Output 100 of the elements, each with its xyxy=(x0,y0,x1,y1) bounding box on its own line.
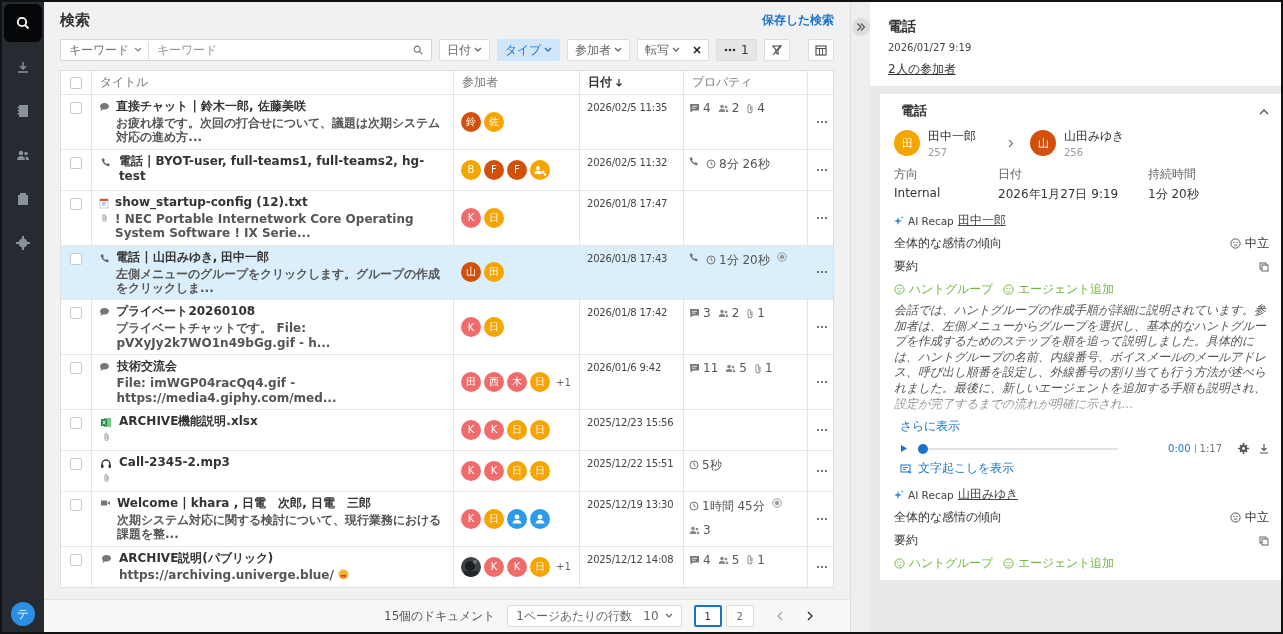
row-checkbox[interactable] xyxy=(70,553,82,566)
participant-avatar[interactable]: K xyxy=(461,460,481,481)
column-header[interactable]: プロパティ xyxy=(692,74,752,91)
table-row[interactable]: ARCHIVE機能説明.xlsx K K 日 日 2025/12/23 15:56 xyxy=(61,408,833,450)
person-avatar-icon[interactable] xyxy=(530,508,550,529)
column-header[interactable]: 参加者 xyxy=(462,74,498,91)
table-row[interactable]: 電話 | BYOT-user, full-teams1, full-teams2, hg-test B F F 2026/02/5 11:32 8分 26秒 xyxy=(61,148,833,190)
user-avatar[interactable]: テ xyxy=(11,602,35,626)
recap-person-link[interactable]: 田中一郎 xyxy=(957,212,1006,229)
more-actions-icon[interactable] xyxy=(815,380,828,384)
table-row[interactable]: ARCHIVE説明(パブリック) https://archiving.univerge.blue/ K K 日 +1 2025/12/12 14:08 4 5 1 xyxy=(61,545,833,587)
table-row[interactable]: 技術交流会 File: imWGP04racQq4.gif - https://media4.giphy.com/med... 田 西 木 日 +1 2026/01/6 9:42 11 5 1 xyxy=(61,354,833,409)
row-checkbox[interactable] xyxy=(70,362,82,375)
more-filters-button[interactable]: 1 xyxy=(716,39,757,61)
row-date: 2026/01/8 17:42 xyxy=(587,306,668,319)
participant-avatar[interactable]: 山 xyxy=(461,262,481,283)
row-title[interactable]: show_startup-config (12).txt xyxy=(115,194,448,210)
sparkle-icon xyxy=(894,489,904,500)
play-icon[interactable] xyxy=(900,444,908,454)
row-title[interactable]: Call-2345-2.mp3 xyxy=(119,454,230,470)
filter-button[interactable]: 日付 xyxy=(439,39,490,61)
field-select[interactable]: キーワード xyxy=(69,41,149,59)
show-more-link[interactable]: さらに表示 xyxy=(900,418,1269,436)
more-actions-icon[interactable] xyxy=(815,215,828,220)
copy-icon[interactable] xyxy=(1259,261,1269,272)
row-checkbox[interactable] xyxy=(70,416,82,429)
table-row[interactable]: 直接チャット | 鈴木一郎, 佐藤美咲 お疲れ様です。次回の打合せについて、議題は次期システム対応の進め方... 鈴 佐 2026/02/5 11:35 4 2 4 xyxy=(61,94,833,149)
more-actions-icon[interactable] xyxy=(815,325,828,330)
rows-per-page-select[interactable]: 1ページあたりの行数 10 xyxy=(507,605,682,627)
participant-avatar[interactable]: F xyxy=(507,159,527,180)
column-header[interactable]: 日付 xyxy=(588,74,623,91)
row-title[interactable]: Welcome | khara , 日電 次郎, 日電 三郎 xyxy=(117,495,448,511)
filter-button[interactable]: 転写 xyxy=(637,39,709,61)
recap-person-link[interactable]: 山田みゆき xyxy=(957,486,1018,504)
row-checkbox[interactable] xyxy=(70,197,82,210)
row-checkbox[interactable] xyxy=(70,498,82,511)
card-title: 電話 xyxy=(900,102,927,120)
more-actions-icon[interactable] xyxy=(815,516,828,521)
participant-avatar[interactable]: 木 xyxy=(507,372,527,392)
participant-avatar[interactable]: K xyxy=(461,207,481,228)
participant-avatar[interactable]: 田 xyxy=(461,372,481,392)
participant-avatar[interactable]: K xyxy=(484,460,504,481)
row-title[interactable]: 直接チャット | 鈴木一郎, 佐藤美咲 xyxy=(116,99,448,114)
participant-avatar[interactable]: K xyxy=(461,508,481,529)
slider-thumb[interactable] xyxy=(918,443,928,454)
more-actions-icon[interactable] xyxy=(815,564,828,569)
show-transcript-button[interactable]: 文字起こしを表示 xyxy=(894,460,1014,478)
participant-avatar[interactable]: K xyxy=(461,419,481,440)
topic-tag: ハントグループ xyxy=(909,555,993,573)
more-actions-icon[interactable] xyxy=(815,427,828,432)
clear-filters-button[interactable] xyxy=(763,39,790,61)
collapse-panel-icon[interactable] xyxy=(851,18,870,36)
participant-avatar[interactable]: F xyxy=(484,159,504,180)
select-all-checkbox[interactable] xyxy=(70,76,82,89)
columns-button[interactable] xyxy=(808,39,834,61)
participant-avatar[interactable]: 西 xyxy=(484,372,504,392)
nav-button[interactable] xyxy=(4,4,42,42)
row-checkbox[interactable] xyxy=(70,102,82,114)
participant-avatar[interactable]: K xyxy=(507,556,527,577)
row-title[interactable]: ARCHIVE機能説明.xlsx xyxy=(119,413,258,429)
table-row[interactable]: 電話 | 山田みゆき, 田中一郎 左側メニューのグループをクリックします。グループの作成をクリックしま... 山 田 2026/01/8 17:43 1分 20秒 xyxy=(61,244,833,300)
clear-icon[interactable] xyxy=(693,46,701,54)
search-field[interactable]: キーワード キーワード xyxy=(60,39,432,61)
paperclip-icon xyxy=(746,307,755,319)
more-actions-icon[interactable] xyxy=(815,270,828,275)
row-snippet: お疲れ様です。次回の打合せについて、議題は次期システム対応の進め方... xyxy=(116,116,442,145)
table-row[interactable]: Call-2345-2.mp3 K K 日 日 2025/12/22 15:51 5秒 xyxy=(61,449,833,491)
more-actions-icon[interactable] xyxy=(815,167,828,172)
table-row[interactable]: プライベート20260108 プライベートチャットです。 File: pVXyJy2k7WO1n49bGg.gif - h... K 日 2026/01/8 17:42 3 2 1 xyxy=(61,299,833,355)
row-checkbox[interactable] xyxy=(70,307,82,320)
row-title[interactable]: 電話 | BYOT-user, full-teams1, full-teams2, hg-test xyxy=(118,153,448,184)
row-checkbox[interactable] xyxy=(70,252,82,265)
download-icon[interactable] xyxy=(1259,443,1269,455)
participants-link[interactable]: 2人の参加者 xyxy=(888,59,1265,78)
caret-icon[interactable] xyxy=(1259,107,1269,115)
row-title[interactable]: ARCHIVE説明(パブリック) xyxy=(119,550,349,566)
row-title[interactable]: 電話 | 山田みゆき, 田中一郎 xyxy=(116,249,448,265)
participant-avatar[interactable]: K xyxy=(484,556,504,577)
field-label: 日付 xyxy=(998,166,1023,183)
copy-icon[interactable] xyxy=(1259,535,1269,546)
row-title[interactable]: 技術交流会 xyxy=(116,359,448,375)
participant-avatar[interactable]: K xyxy=(461,317,481,338)
saved-search-link[interactable]: 保存した検索 xyxy=(762,11,834,29)
more-actions-icon[interactable] xyxy=(815,468,828,473)
person-avatar-icon[interactable] xyxy=(507,508,527,529)
row-checkbox[interactable] xyxy=(70,156,82,169)
filter-button[interactable]: 参加者 xyxy=(567,39,630,61)
row-checkbox[interactable] xyxy=(70,457,82,470)
filter-button[interactable]: タイプ xyxy=(497,39,560,61)
table-row[interactable]: show_startup-config (12).txt ! NEC Portable Internetwork Core Operating System Software ! IX Serie... K 日 2026/01/8 17:47 xyxy=(61,189,833,245)
message-count: 11 xyxy=(703,361,719,376)
page-button[interactable]: 1 xyxy=(693,605,722,627)
table-row[interactable]: Welcome | khara , 日電 次郎, 日電 三郎 次期システム対応に関する検討について、現行業務における課題を整... K 日 2025/12/19 13:30 1時間 45分 3 xyxy=(61,490,833,546)
page-button[interactable]: 2 xyxy=(725,605,754,627)
participant-avatar[interactable]: 鈴 xyxy=(461,111,481,132)
row-title[interactable]: プライベート20260108 xyxy=(116,304,448,320)
next-page-icon[interactable] xyxy=(805,611,814,621)
participant-avatar[interactable]: K xyxy=(484,419,504,440)
more-actions-icon[interactable] xyxy=(815,119,828,124)
column-header[interactable]: タイトル xyxy=(100,74,148,91)
